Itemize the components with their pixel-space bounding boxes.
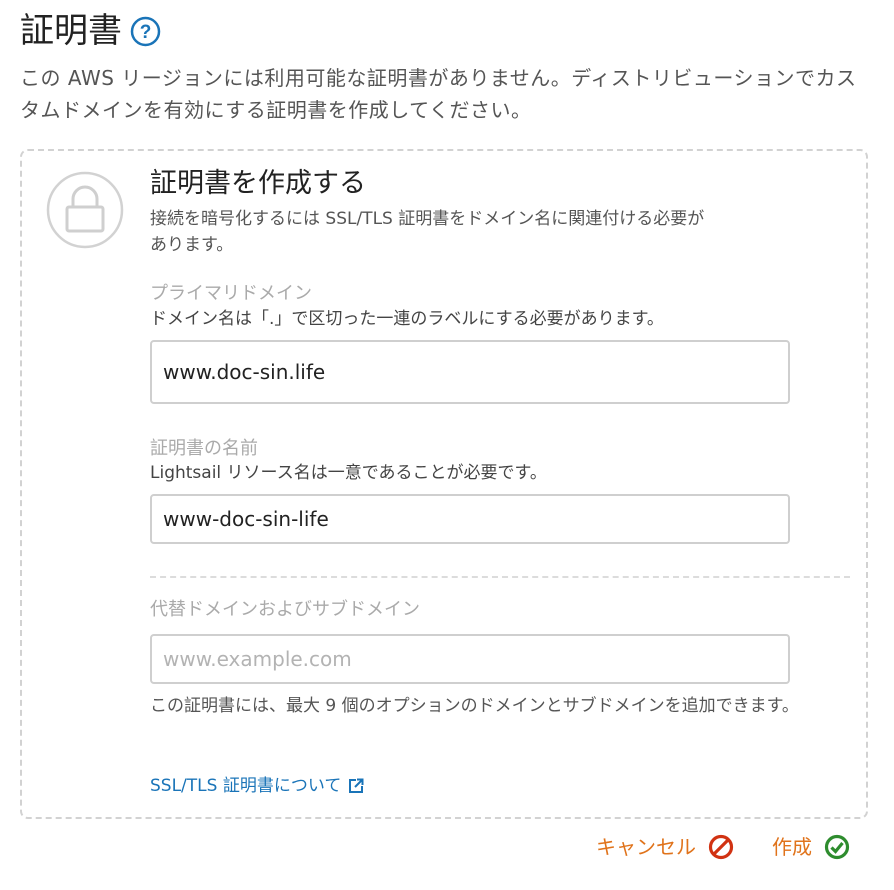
- primary-domain-label: プライマリドメイン: [150, 283, 312, 304]
- cancel-button-label: キャンセル: [596, 835, 696, 859]
- cancel-circle-icon: [708, 834, 734, 860]
- primary-domain-hint: ドメイン名は「.」で区切った一連のラベルにする必要があります。: [150, 309, 664, 329]
- external-link-icon: [348, 778, 364, 794]
- panel-title: 証明書を作成する: [150, 168, 366, 199]
- alternate-domains-label: 代替ドメインおよびサブドメイン: [150, 599, 420, 620]
- page-header: 証明書 ?: [20, 6, 161, 56]
- question-circle-icon[interactable]: ?: [130, 16, 161, 47]
- ssl-tls-docs-link[interactable]: SSL/TLS 証明書について: [150, 773, 364, 799]
- lock-icon: [46, 171, 124, 249]
- page-title: 証明書: [20, 11, 122, 51]
- certificate-name-label: 証明書の名前: [150, 438, 258, 459]
- certificate-name-hint: Lightsail リソース名は一意であることが必要です。: [150, 463, 547, 483]
- create-button[interactable]: 作成: [772, 832, 850, 862]
- section-divider: [150, 576, 850, 578]
- check-circle-icon: [824, 834, 850, 860]
- panel-description: 接続を暗号化するには SSL/TLS 証明書をドメイン名に関連付ける必要がありま…: [150, 209, 705, 255]
- svg-text:?: ?: [140, 22, 152, 43]
- intro-text: この AWS リージョンには利用可能な証明書がありません。ディストリビューション…: [20, 66, 857, 122]
- alternate-domain-input[interactable]: [150, 634, 790, 684]
- cancel-button[interactable]: キャンセル: [596, 832, 734, 862]
- alternate-domains-note: この証明書には、最大 9 個のオプションのドメインとサブドメインを追加できます。: [150, 696, 799, 716]
- ssl-tls-docs-link-label: SSL/TLS 証明書について: [150, 776, 342, 796]
- certificate-name-input[interactable]: [150, 494, 790, 544]
- primary-domain-input[interactable]: [150, 340, 790, 404]
- create-button-label: 作成: [772, 835, 812, 859]
